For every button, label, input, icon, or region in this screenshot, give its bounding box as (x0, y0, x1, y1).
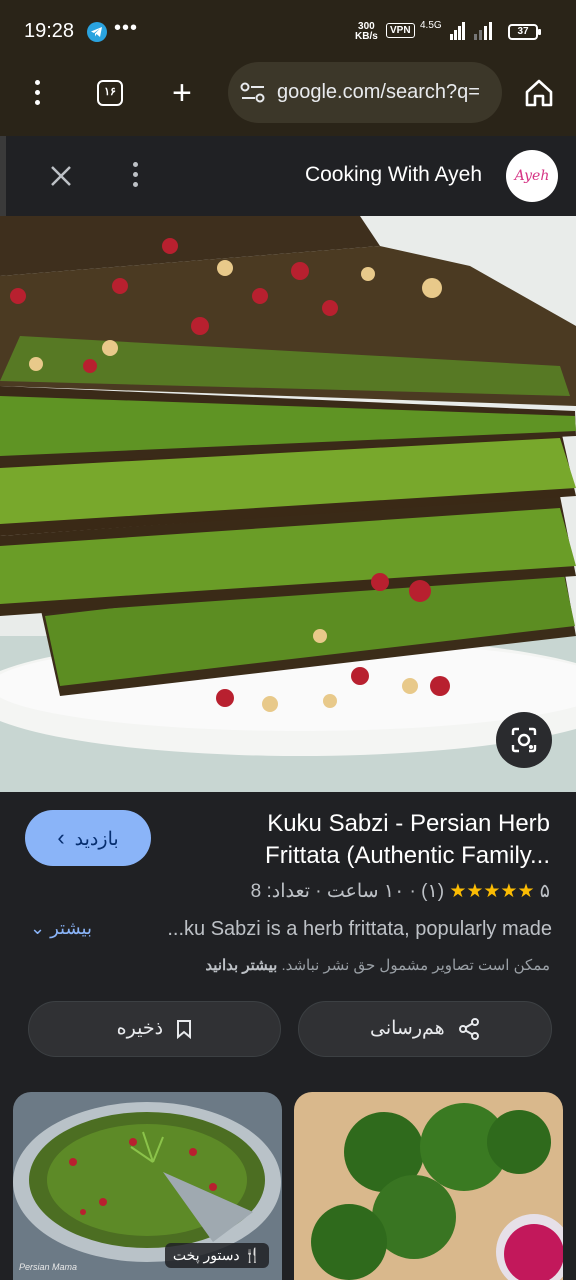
visit-button[interactable]: ‹ بازدید (25, 810, 151, 866)
share-label: هم‌رسانی (370, 1018, 445, 1039)
share-icon (458, 1017, 479, 1040)
image-result-panel: Cooking With Ayeh Ayeh ‹ بازدید Kuku Sab… (0, 136, 576, 1280)
close-icon[interactable] (48, 163, 74, 189)
main-image[interactable] (0, 216, 576, 792)
rating-row: ۵ ★★★★★ (۱) · ۱۰ ساعت · تعداد: 8 (250, 881, 550, 902)
recipe-badge-label: دستور پخت (172, 1247, 240, 1263)
net-speed: 300 KB/s (355, 22, 378, 42)
more-toggle[interactable]: ⌄ بیشتر (30, 918, 92, 939)
tab-switcher-button[interactable]: ۱۶ (97, 80, 123, 106)
telegram-icon (87, 22, 107, 42)
lens-search-button[interactable] (496, 712, 552, 768)
bookmark-icon (177, 1019, 192, 1039)
related-watermark: Persian Mama (19, 1262, 78, 1272)
save-button[interactable]: ذخیره (28, 1001, 281, 1057)
result-title[interactable]: Kuku Sabzi - Persian Herb Frittata (Auth… (190, 808, 550, 872)
signal-icon (450, 22, 465, 40)
more-notifications-icon: ••• (114, 17, 139, 39)
signal-2-icon (474, 22, 492, 40)
visit-label: بازدید (74, 829, 119, 850)
status-bar: 19:28 ••• 300 KB/s VPN 4.5G 37 (0, 0, 576, 62)
chevron-down-icon: ⌄ (30, 918, 46, 938)
browser-menu-icon[interactable] (28, 80, 46, 110)
home-icon[interactable] (524, 78, 554, 108)
related-result-2[interactable] (294, 1092, 563, 1280)
url-bar[interactable]: google.com/search?q= (228, 62, 502, 123)
related-image-2 (294, 1092, 563, 1280)
copyright-text: ممکن است تصاویر مشمول حق نشر نباشد. (281, 957, 550, 974)
rating-count: (۱) (421, 881, 445, 902)
vpn-badge: VPN (386, 23, 415, 38)
url-text[interactable]: google.com/search?q= (277, 81, 491, 104)
rating-value: ۵ (539, 881, 550, 902)
panel-header: Cooking With Ayeh Ayeh (0, 136, 576, 216)
kuku-sabzi-photo (0, 216, 576, 792)
battery-icon: 37 (508, 24, 541, 40)
browser-toolbar: ۱۶ + google.com/search?q= (0, 62, 576, 136)
utensils-icon: 🍴 (243, 1247, 261, 1263)
copyright-notice: ممکن است تصاویر مشمول حق نشر نباشد. بیشت… (205, 956, 550, 974)
panel-menu-icon[interactable] (128, 162, 142, 192)
more-label: بیشتر (50, 918, 92, 938)
new-tab-button[interactable]: + (172, 76, 192, 110)
share-button[interactable]: هم‌رسانی (298, 1001, 552, 1057)
site-settings-icon[interactable] (240, 82, 266, 104)
servings: تعداد: 8 (250, 881, 310, 902)
status-time: 19:28 (24, 20, 75, 42)
net-speed-unit: KB/s (355, 31, 378, 42)
source-logo[interactable]: Ayeh (506, 150, 558, 202)
related-result-1[interactable]: Persian Mama دستور پخت 🍴 (13, 1092, 282, 1280)
result-snippet: ...ku Sabzi is a herb frittata, popularl… (167, 918, 552, 940)
lens-icon (511, 727, 537, 753)
chevron-left-icon: ‹ (57, 825, 65, 850)
recipe-badge: دستور پخت 🍴 (164, 1243, 269, 1268)
save-label: ذخیره (116, 1018, 164, 1039)
star-rating-icon: ★★★★★ (449, 881, 535, 902)
source-name[interactable]: Cooking With Ayeh (305, 163, 482, 187)
duration: ۱۰ ساعت (326, 881, 405, 902)
learn-more-link[interactable]: بیشتر بدانید (205, 957, 277, 974)
network-type: 4.5G (420, 20, 442, 31)
